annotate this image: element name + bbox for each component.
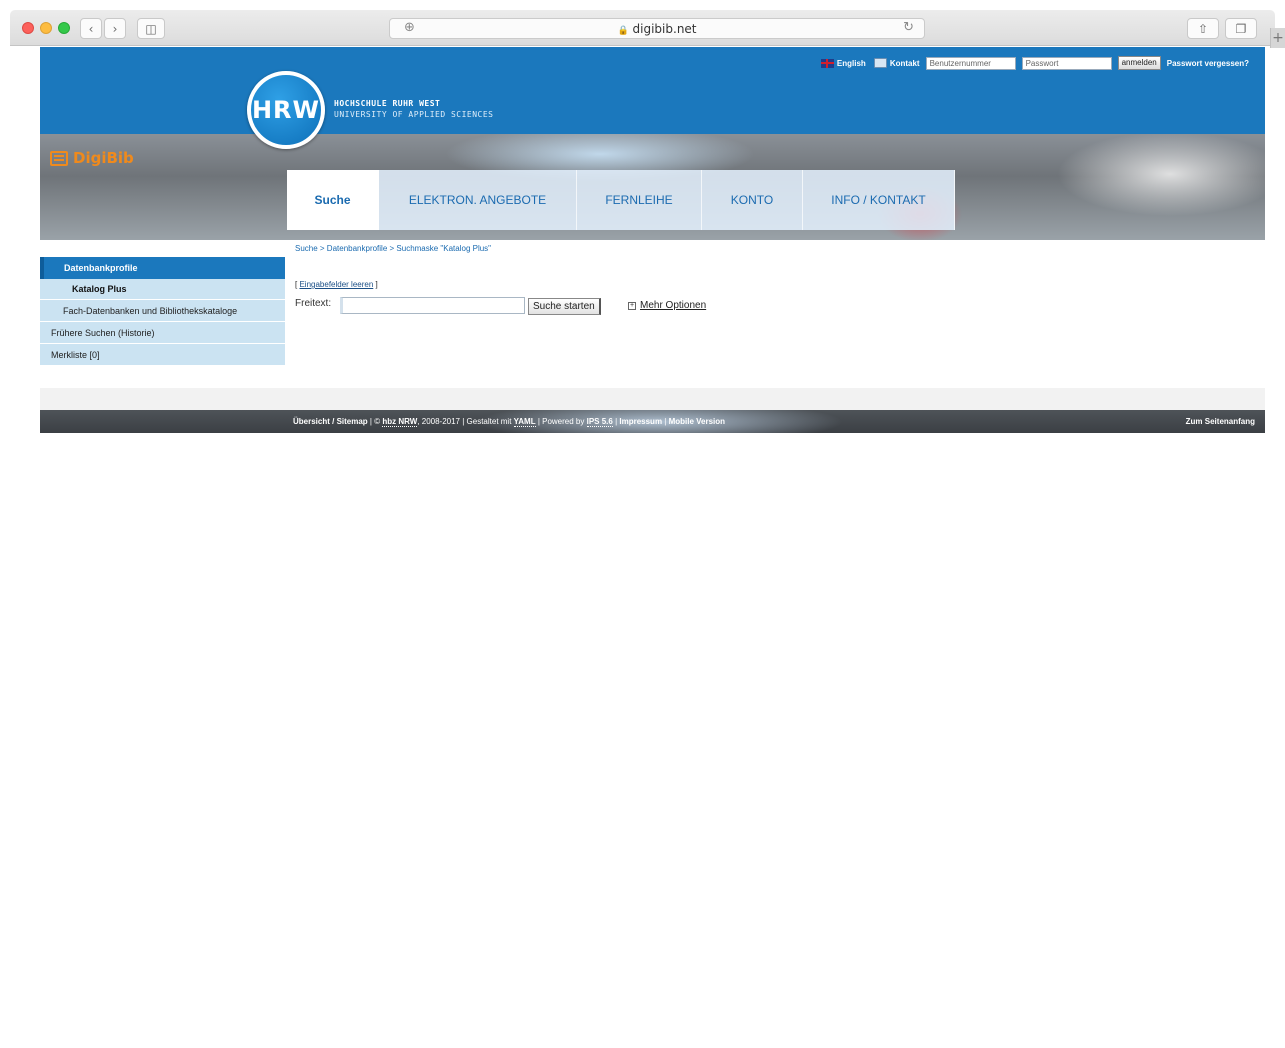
university-name: HOCHSCHULE RUHR WEST [334,99,441,108]
tabs-overview-icon[interactable]: ❐ [1225,18,1257,39]
new-tab-button[interactable]: + [1270,28,1285,48]
freetext-input[interactable] [340,297,525,314]
hbz-link[interactable]: hbz NRW [382,417,418,427]
search-start-button[interactable]: Suche starten [528,298,601,315]
username-input[interactable]: Benutzernummer [925,56,1016,70]
browser-window: ‹ › ◫ ⊕ 🔒 digibib.net ↻ ⇧ ❐ + English Ko… [0,0,1285,1048]
tab-suche[interactable]: Suche [287,170,379,230]
yaml-link[interactable]: YAML [513,417,536,427]
sidebar-item-historie[interactable]: Frühere Suchen (Historie) [40,322,285,344]
more-options-link[interactable]: + Mehr Optionen [628,300,706,311]
browser-titlebar: ‹ › ◫ ⊕ 🔒 digibib.net ↻ ⇧ ❐ [10,10,1275,46]
university-subtitle: UNIVERSITY OF APPLIED SCIENCES [334,110,494,119]
address-bar[interactable]: ⊕ 🔒 digibib.net ↻ [389,18,925,39]
freetext-row: Freitext: Suche starten + Mehr Optionen [295,297,795,317]
impressum-link[interactable]: Impressum [619,417,662,426]
share-icon[interactable]: ⇧ [1187,18,1219,39]
lock-icon: 🔒 [617,26,629,36]
forward-button[interactable]: › [104,18,126,39]
sidebar-heading-datenbankprofile[interactable]: Datenbankprofile [40,257,285,279]
back-to-top-link[interactable]: Zum Seitenanfang [1186,417,1255,426]
header-banner: English Kontakt Benutzernummer Passwort … [40,47,1265,134]
url-text: digibib.net [632,22,697,36]
close-window-button[interactable] [22,22,34,34]
password-input[interactable]: Passwort [1021,56,1112,70]
mobile-version-link[interactable]: Mobile Version [669,417,725,426]
tab-elektron-angebote[interactable]: ELEKTRON. ANGEBOTE [379,170,577,230]
search-form: [ Eingabefelder leeren ] Freitext: Suche… [295,280,706,315]
breadcrumb[interactable]: Suche > Datenbankprofile > Suchmaske "Ka… [295,244,491,253]
tab-fernleihe[interactable]: FERNLEIHE [577,170,702,230]
footer-links: Übersicht / Sitemap | © hbz NRW, 2008-20… [293,417,726,427]
clear-fields-link[interactable]: Eingabefelder leeren [299,280,373,289]
sidebar-item-katalog-plus[interactable]: Katalog Plus [40,279,285,300]
freetext-label: Freitext: [295,298,332,309]
tab-konto[interactable]: KONTO [702,170,803,230]
contact-icon[interactable] [873,58,887,68]
sidebar: Datenbankprofile Katalog Plus Fach-Daten… [40,257,285,366]
reload-icon[interactable]: ↻ [903,20,914,35]
sitemap-link[interactable]: Übersicht / Sitemap [293,417,368,426]
ips-link[interactable]: IPS 5.6 [586,417,613,427]
digibib-logo[interactable]: DigiBib [50,149,134,167]
zoom-window-button[interactable] [58,22,70,34]
forgot-password-link[interactable]: Passwort vergessen? [1167,59,1249,68]
sidebar-item-fach-datenbanken[interactable]: Fach-Datenbanken und Bibliothekskataloge [40,300,285,322]
uk-flag-icon[interactable] [820,58,834,68]
footer-spacer [40,388,1265,410]
expand-plus-icon[interactable]: + [628,301,636,310]
sidebar-toggle-icon[interactable]: ◫ [137,18,165,39]
header-toolbar: English Kontakt Benutzernummer Passwort … [820,56,1249,70]
main-navigation: Suche ELEKTRON. ANGEBOTE FERNLEIHE KONTO… [287,170,955,230]
tab-info-kontakt[interactable]: INFO / KONTAKT [803,170,955,230]
sidebar-item-merkliste[interactable]: Merkliste [0] [40,344,285,366]
digibib-brand: DigiBib [73,149,134,167]
footer: Übersicht / Sitemap | © hbz NRW, 2008-20… [40,410,1265,433]
minimize-window-button[interactable] [40,22,52,34]
english-link[interactable]: English [837,59,866,68]
login-button[interactable]: anmelden [1117,56,1161,70]
digibib-icon [50,150,68,166]
hrw-logo[interactable]: HRW [247,71,325,149]
kontakt-link[interactable]: Kontakt [890,59,920,68]
clear-fields: [ Eingabefelder leeren ] [295,280,378,289]
back-button[interactable]: ‹ [80,18,102,39]
